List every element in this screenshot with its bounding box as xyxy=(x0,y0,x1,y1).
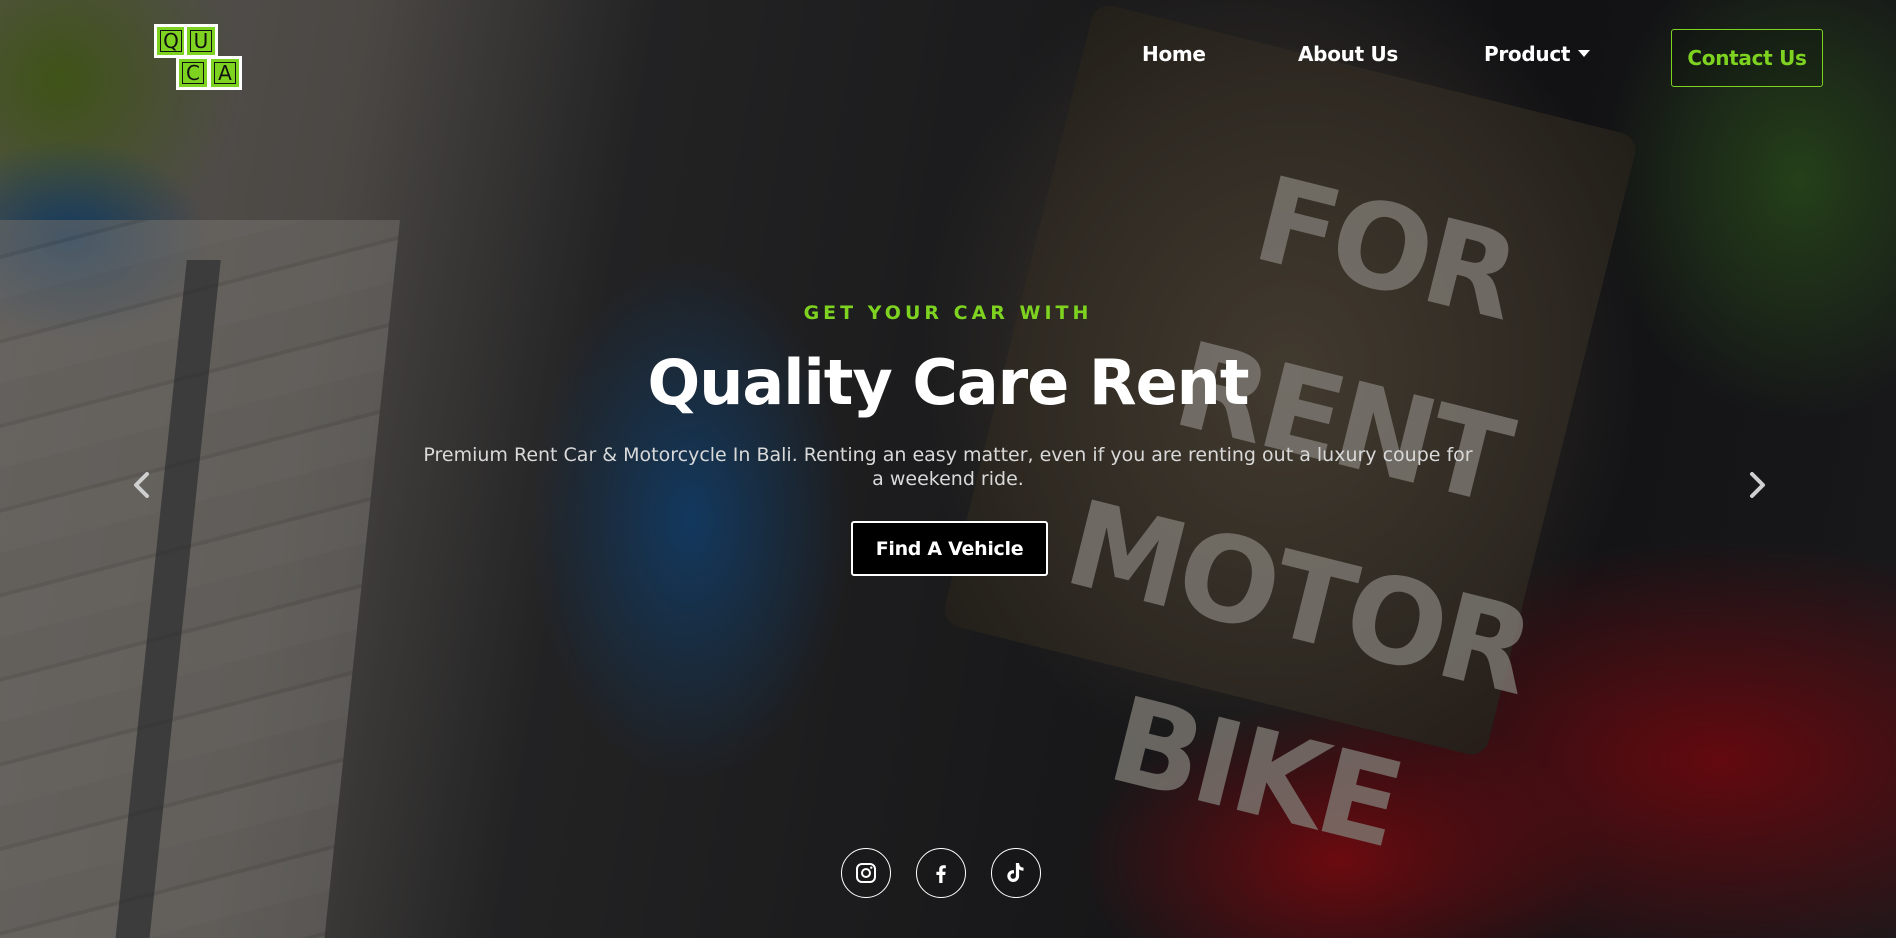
caret-down-icon xyxy=(1578,50,1591,57)
quca-logo[interactable]: Q U C A xyxy=(154,24,248,92)
instagram-icon xyxy=(856,863,876,883)
contact-us-button[interactable]: Contact Us xyxy=(1671,29,1823,87)
carousel-next-button[interactable] xyxy=(1742,470,1772,500)
facebook-icon xyxy=(936,865,946,883)
chevron-left-icon xyxy=(134,472,149,498)
logo-cell-q: Q xyxy=(154,24,188,58)
nav-home[interactable]: Home xyxy=(1142,42,1206,66)
logo-letter: Q xyxy=(160,30,182,52)
site-header: Q U C A Home About Us Product Contact Us xyxy=(0,0,1896,110)
chevron-right-icon xyxy=(1750,472,1765,498)
logo-letter: U xyxy=(190,30,212,52)
nav-product-dropdown[interactable]: Product xyxy=(1484,42,1591,66)
instagram-link[interactable] xyxy=(841,848,891,898)
logo-cell-a: A xyxy=(208,56,242,90)
nav-about-us[interactable]: About Us xyxy=(1298,42,1398,66)
logo-letter: A xyxy=(214,62,236,84)
tiktok-link[interactable] xyxy=(991,848,1041,898)
facebook-link[interactable] xyxy=(916,848,966,898)
nav-product-label: Product xyxy=(1484,42,1571,66)
tiktok-icon xyxy=(1007,863,1024,882)
carousel-prev-button[interactable] xyxy=(127,470,157,500)
hero-subtitle: Premium Rent Car & Motorcycle In Bali. R… xyxy=(423,444,1473,490)
find-a-vehicle-button[interactable]: Find A Vehicle xyxy=(851,521,1048,576)
logo-letter: C xyxy=(182,62,204,84)
logo-cell-c: C xyxy=(176,56,210,90)
hero-eyebrow: GET YOUR CAR WITH xyxy=(803,302,1093,324)
logo-cell-u: U xyxy=(184,24,218,58)
hero-title: Quality Care Rent xyxy=(647,346,1250,419)
